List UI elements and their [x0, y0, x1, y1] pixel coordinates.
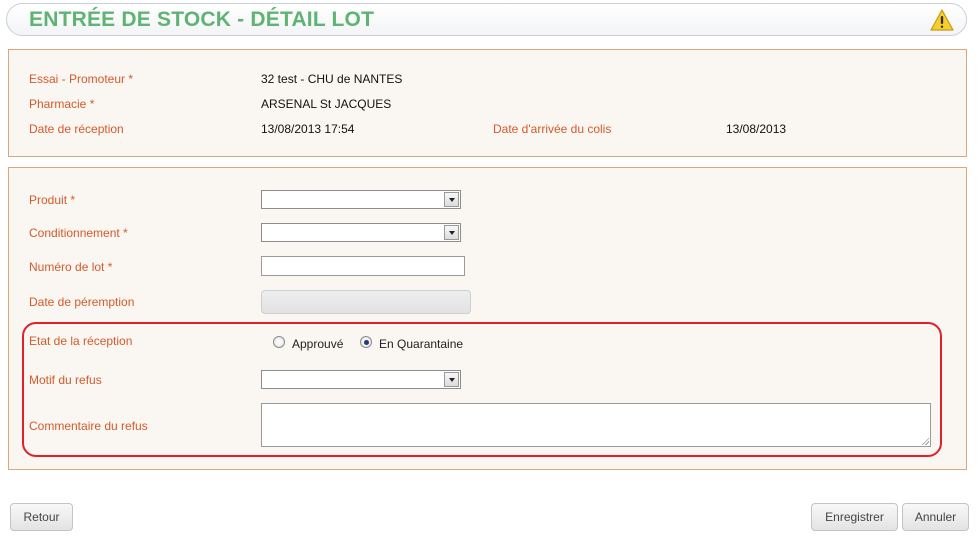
date-reception-label: Date de réception — [29, 122, 124, 136]
conditionnement-select[interactable] — [261, 223, 461, 242]
produit-label: Produit * — [29, 193, 76, 207]
produit-select[interactable] — [261, 190, 461, 209]
conditionnement-label: Conditionnement * — [29, 226, 128, 240]
radio-en-quarantaine[interactable] — [360, 336, 372, 348]
numero-lot-label: Numéro de lot * — [29, 260, 113, 274]
enregistrer-button[interactable]: Enregistrer — [811, 503, 898, 531]
page-header: ENTRÉE DE STOCK - DÉTAIL LOT — [6, 3, 967, 36]
pharmacie-value: ARSENAL St JACQUES — [261, 97, 392, 111]
chevron-down-icon[interactable] — [444, 192, 459, 207]
radio-approuve-label[interactable]: Approuvé — [292, 337, 343, 351]
numero-lot-input[interactable] — [261, 256, 465, 276]
radio-approuve[interactable] — [273, 336, 285, 348]
resize-grip-icon[interactable] — [921, 437, 929, 445]
date-peremption-field — [261, 290, 471, 314]
commentaire-refus-textarea[interactable] — [261, 403, 931, 447]
radio-en-quarantaine-label[interactable]: En Quarantaine — [379, 337, 463, 351]
chevron-down-icon[interactable] — [444, 225, 459, 240]
pharmacie-label: Pharmacie * — [29, 97, 95, 111]
retour-button[interactable]: Retour — [10, 503, 73, 531]
page-title: ENTRÉE DE STOCK - DÉTAIL LOT — [29, 8, 375, 31]
annuler-button[interactable]: Annuler — [902, 503, 969, 531]
date-peremption-label: Date de péremption — [29, 295, 135, 309]
etat-reception-label: Etat de la réception — [29, 334, 133, 348]
date-reception-value: 13/08/2013 17:54 — [261, 122, 355, 136]
motif-refus-label: Motif du refus — [29, 373, 102, 387]
date-arrivee-label: Date d'arrivée du colis — [493, 122, 612, 136]
essai-value: 32 test - CHU de NANTES — [261, 72, 403, 86]
warning-icon[interactable] — [930, 9, 954, 31]
motif-refus-select[interactable] — [261, 370, 461, 389]
commentaire-refus-label: Commentaire du refus — [29, 419, 148, 433]
date-arrivee-value: 13/08/2013 — [726, 122, 787, 136]
lot-info-panel — [8, 49, 967, 157]
essai-label: Essai - Promoteur * — [29, 72, 134, 86]
chevron-down-icon[interactable] — [444, 372, 459, 387]
